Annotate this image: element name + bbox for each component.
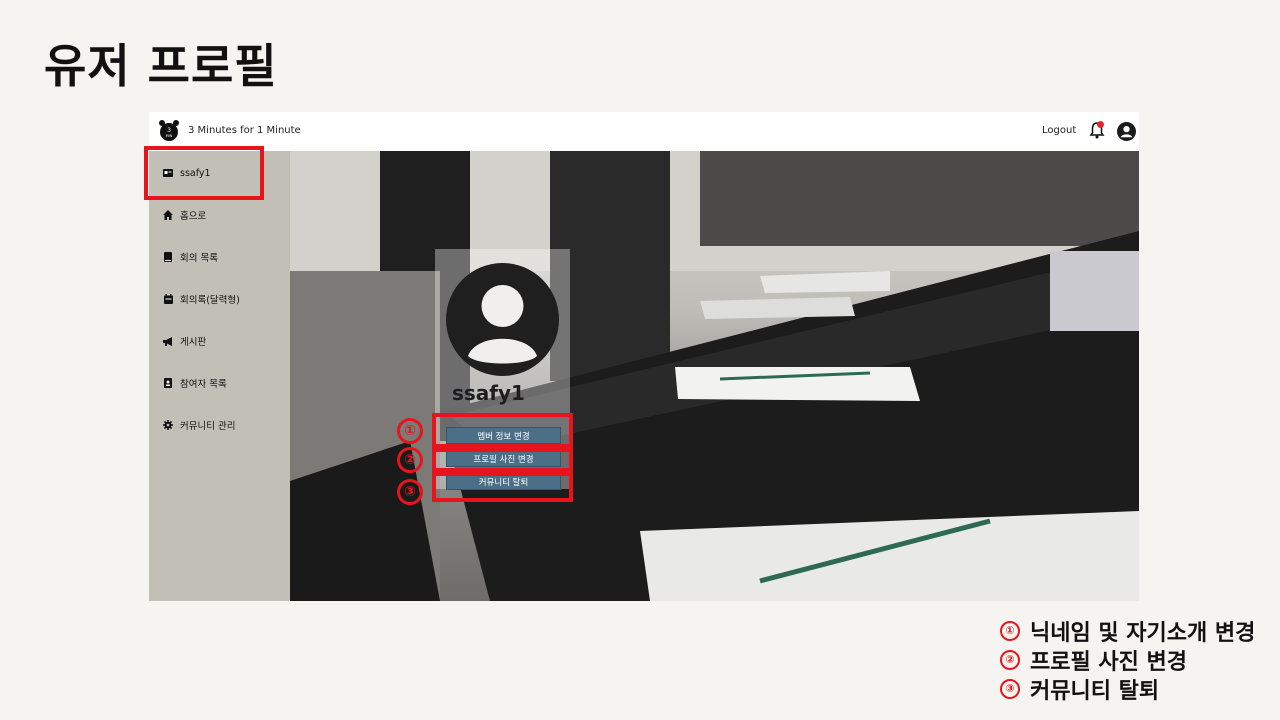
- highlight-box-2: [432, 448, 573, 472]
- sidebar-item-board[interactable]: 게시판: [163, 333, 206, 349]
- profile-username: ssafy1: [452, 381, 525, 405]
- legend-number: ①: [1000, 620, 1020, 641]
- highlight-box-1: [432, 413, 573, 448]
- annotation-marker-2: ②: [397, 447, 423, 473]
- sidebar-item-label: 커뮤니티 관리: [180, 421, 236, 432]
- legend-text: 프로필 사진 변경: [1030, 649, 1187, 675]
- annotation-legend: ① 닉네임 및 자기소개 변경 ② 프로필 사진 변경 ③ 커뮤니티 탈퇴: [1000, 616, 1256, 704]
- slide-title: 유저 프로필: [44, 39, 278, 93]
- sidebar-item-label: 게시판: [180, 337, 207, 348]
- highlight-box-3: [432, 472, 573, 502]
- top-bar: 3 MIN 3 Minutes for 1 Minute Logout: [149, 112, 1139, 151]
- account-icon[interactable]: [1117, 122, 1136, 141]
- book-icon: [163, 252, 173, 262]
- alarm-clock-logo-icon[interactable]: 3 MIN: [157, 119, 181, 143]
- sidebar-item-label: 홈으로: [180, 211, 207, 222]
- notification-badge: [1097, 121, 1104, 128]
- legend-text: 닉네임 및 자기소개 변경: [1030, 620, 1256, 646]
- default-avatar-icon[interactable]: [446, 263, 559, 376]
- sidebar-item-meetings[interactable]: 회의 목록: [163, 249, 218, 265]
- sidebar-item-community-admin[interactable]: 커뮤니티 관리: [163, 417, 235, 433]
- legend-number: ②: [1000, 649, 1020, 670]
- legend-item: ① 닉네임 및 자기소개 변경: [1000, 616, 1256, 646]
- legend-number: ③: [1000, 678, 1020, 699]
- meeting-room-background: ssafy1 멤버 정보 변경 프로필 사진 변경 커뮤니티 탈퇴: [290, 151, 1139, 601]
- app-window: 3 MIN 3 Minutes for 1 Minute Logout ssaf…: [149, 112, 1139, 601]
- sidebar-item-label: 회의록(달력형): [180, 295, 240, 306]
- app-name[interactable]: 3 Minutes for 1 Minute: [188, 125, 301, 136]
- home-icon: [163, 210, 173, 220]
- svg-text:3: 3: [167, 127, 171, 134]
- sidebar-item-label: 회의 목록: [180, 253, 218, 264]
- legend-item: ③ 커뮤니티 탈퇴: [1000, 674, 1255, 704]
- contact-book-icon: [163, 378, 173, 388]
- legend-item: ② 프로필 사진 변경: [1000, 645, 1255, 675]
- svg-text:MIN: MIN: [166, 134, 173, 138]
- legend-text: 커뮤니티 탈퇴: [1030, 678, 1160, 704]
- logout-link[interactable]: Logout: [1042, 125, 1076, 136]
- calendar-icon: [163, 294, 173, 304]
- conference-table-image: [290, 151, 1139, 601]
- gear-icon: [163, 420, 173, 430]
- megaphone-icon: [163, 336, 173, 346]
- sidebar-item-home[interactable]: 홈으로: [163, 207, 206, 223]
- annotation-marker-3: ③: [397, 479, 423, 505]
- sidebar-item-participants[interactable]: 참여자 목록: [163, 375, 227, 391]
- sidebar: ssafy1 홈으로 회의 목록 회의록(달력형) 게시판 참여자 목록 커뮤니…: [149, 151, 290, 601]
- highlight-box-profile-menu: [144, 146, 264, 200]
- sidebar-item-minutes-calendar[interactable]: 회의록(달력형): [163, 291, 240, 307]
- sidebar-item-label: 참여자 목록: [180, 379, 227, 390]
- annotation-marker-1: ①: [397, 418, 423, 444]
